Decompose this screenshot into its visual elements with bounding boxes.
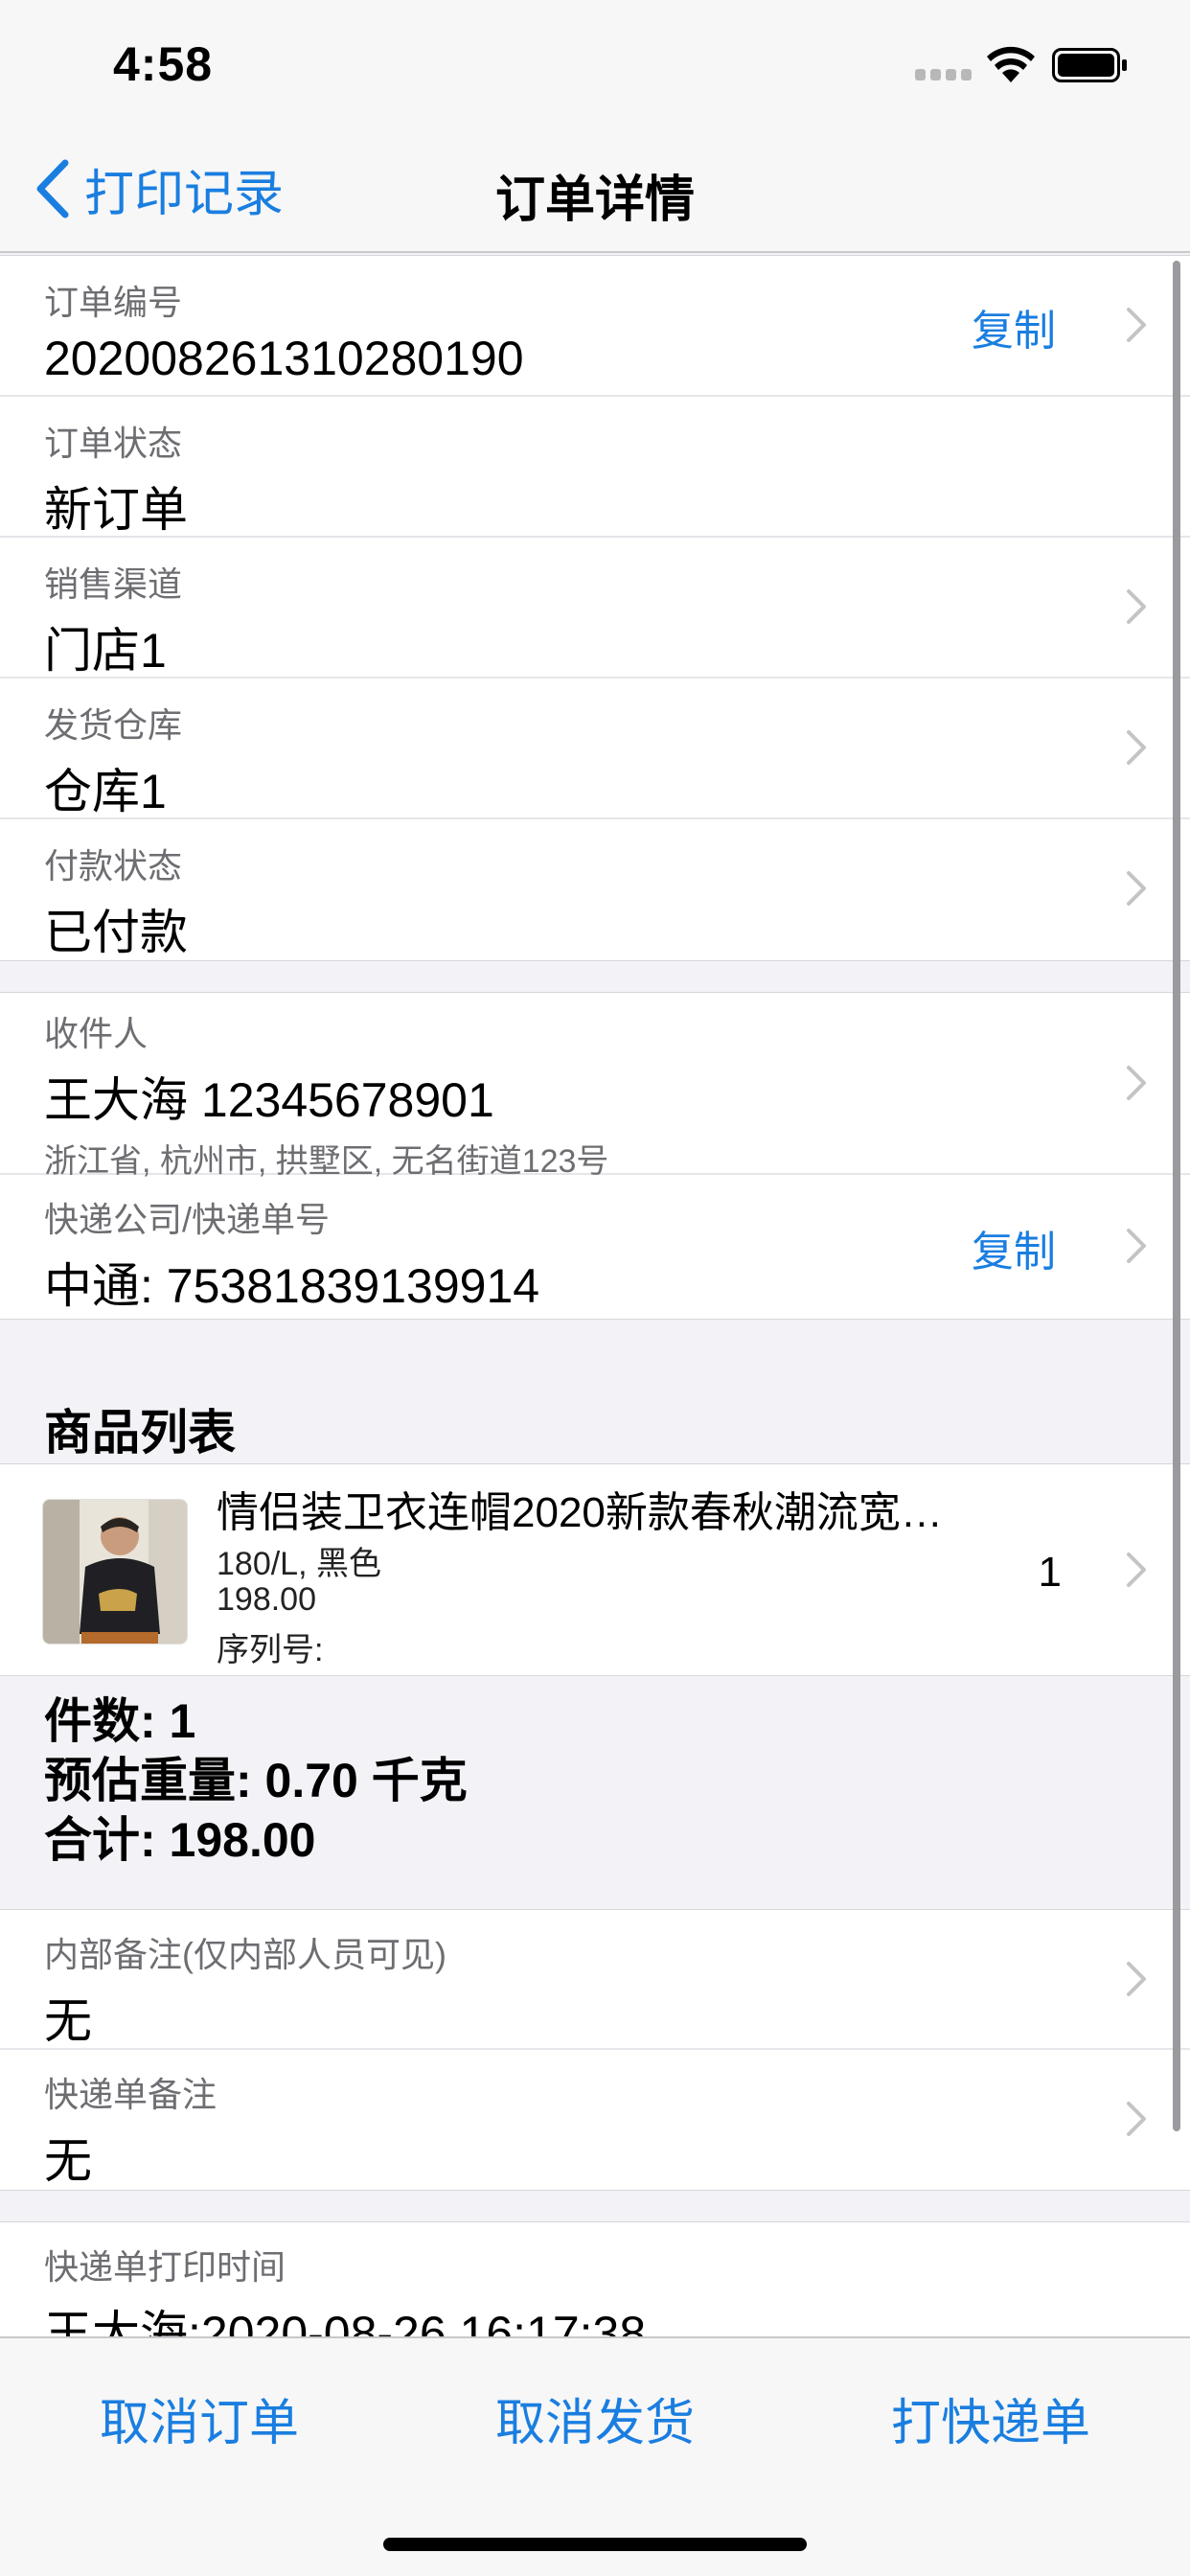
product-item[interactable]: 情侣装卫衣连帽2020新款春秋潮流宽… 180/L, 黑色 198.00 序列号… <box>0 1463 1190 1676</box>
order-total: 合计: 198.00 <box>44 1813 316 1867</box>
chevron-right-icon <box>1127 1229 1146 1263</box>
payment-status-row[interactable]: 付款状态 已付款 <box>0 819 1190 960</box>
print-time-group: 快递单打印时间 王大海:2020-08-26 16:17:38 <box>0 2221 1190 2336</box>
product-section-title: 商品列表 <box>44 1406 236 1460</box>
express-note-value: 无 <box>44 2134 92 2188</box>
warehouse-value: 仓库1 <box>44 765 167 818</box>
print-express-button[interactable]: 打快递单 <box>891 2382 1090 2454</box>
sales-channel-row[interactable]: 销售渠道 门店1 <box>0 538 1190 678</box>
chevron-right-icon <box>1127 1962 1146 1996</box>
warehouse-row[interactable]: 发货仓库 仓库1 <box>0 678 1190 819</box>
sales-channel-value: 门店1 <box>44 624 167 678</box>
cancel-shipping-button[interactable]: 取消发货 <box>495 2382 695 2454</box>
payment-status-label: 付款状态 <box>44 846 183 886</box>
product-quantity: 1 <box>1038 1549 1062 1596</box>
notes-group: 内部备注(仅内部人员可见) 无 快递单备注 无 <box>0 1909 1190 2191</box>
print-time-value: 王大海:2020-08-26 16:17:38 <box>44 2307 647 2336</box>
product-section-header: 商品列表 <box>0 1320 1190 1463</box>
order-status-label: 订单状态 <box>44 424 183 463</box>
product-price: 198.00 <box>217 1581 316 1618</box>
express-row[interactable]: 快递公司/快递单号 中通: 75381839139914 复制 <box>0 1175 1190 1319</box>
internal-note-value: 无 <box>44 1994 92 2048</box>
express-note-label: 快递单备注 <box>44 2075 217 2114</box>
recipient-label: 收件人 <box>44 1014 149 1053</box>
print-time-label: 快递单打印时间 <box>44 2247 286 2287</box>
order-summary: 件数: 1 预估重量: 0.70 千克 合计: 198.00 <box>0 1676 1190 1909</box>
order-detail-content[interactable]: 订单编号 202008261310280190 复制 订单状态 新订单 销售渠道… <box>0 255 1190 2336</box>
internal-note-label: 内部备注(仅内部人员可见) <box>44 1935 446 1974</box>
page-title: 订单详情 <box>494 172 695 228</box>
product-thumbnail <box>42 1499 188 1644</box>
chevron-right-icon <box>1127 1552 1146 1587</box>
screen: 4:58 打印记录 订单详情 订单编号 202008261310280190 复… <box>0 0 1190 2576</box>
order-status-value: 新订单 <box>44 483 188 537</box>
product-name: 情侣装卫衣连帽2020新款春秋潮流宽… <box>217 1489 943 1536</box>
order-info-group: 订单编号 202008261310280190 复制 订单状态 新订单 销售渠道… <box>0 255 1190 961</box>
shipping-group: 收件人 王大海 12345678901 浙江省, 杭州市, 拱墅区, 无名街道1… <box>0 992 1190 1320</box>
scrollbar[interactable] <box>1173 261 1180 2131</box>
sales-channel-label: 销售渠道 <box>44 564 183 604</box>
cancel-order-button[interactable]: 取消订单 <box>100 2382 299 2454</box>
chevron-right-icon <box>1127 730 1146 765</box>
chevron-right-icon <box>1127 589 1146 624</box>
product-serial: 序列号: <box>217 1632 324 1668</box>
chevron-right-icon <box>1127 1066 1146 1100</box>
chevron-right-icon[interactable] <box>1125 306 1148 344</box>
product-image <box>43 1500 187 1644</box>
order-number-row: 订单编号 202008261310280190 复制 <box>0 256 1190 397</box>
status-time: 4:58 <box>113 37 214 91</box>
product-spec: 180/L, 黑色 <box>217 1546 381 1582</box>
express-note-row[interactable]: 快递单备注 无 <box>0 2050 1190 2190</box>
wifi-icon <box>987 46 1035 82</box>
estimated-weight: 预估重量: 0.70 千克 <box>44 1754 468 1807</box>
status-bar: 4:58 <box>0 0 1190 126</box>
recipient-value: 王大海 12345678901 <box>44 1073 494 1127</box>
navigation-bar: 打印记录 订单详情 <box>0 126 1190 253</box>
copy-express-number-button[interactable]: 复制 <box>972 1217 1056 1278</box>
battery-icon <box>1052 48 1127 82</box>
chevron-right-icon <box>1127 2102 1146 2136</box>
home-indicator <box>383 2538 807 2551</box>
recipient-row[interactable]: 收件人 王大海 12345678901 浙江省, 杭州市, 拱墅区, 无名街道1… <box>0 993 1190 1180</box>
cellular-signal-icon <box>915 69 973 80</box>
order-status-row: 订单状态 新订单 <box>0 397 1190 538</box>
copy-order-number-button[interactable]: 复制 <box>972 296 1056 357</box>
warehouse-label: 发货仓库 <box>44 705 183 745</box>
chevron-right-icon <box>1127 871 1146 906</box>
print-time-row: 快递单打印时间 王大海:2020-08-26 16:17:38 <box>0 2222 1190 2336</box>
bottom-action-bar: 取消订单 取消发货 打快递单 <box>0 2336 1190 2576</box>
internal-note-row[interactable]: 内部备注(仅内部人员可见) 无 <box>0 1910 1190 2050</box>
payment-status-value: 已付款 <box>44 906 188 959</box>
item-count: 件数: 1 <box>44 1694 196 1748</box>
